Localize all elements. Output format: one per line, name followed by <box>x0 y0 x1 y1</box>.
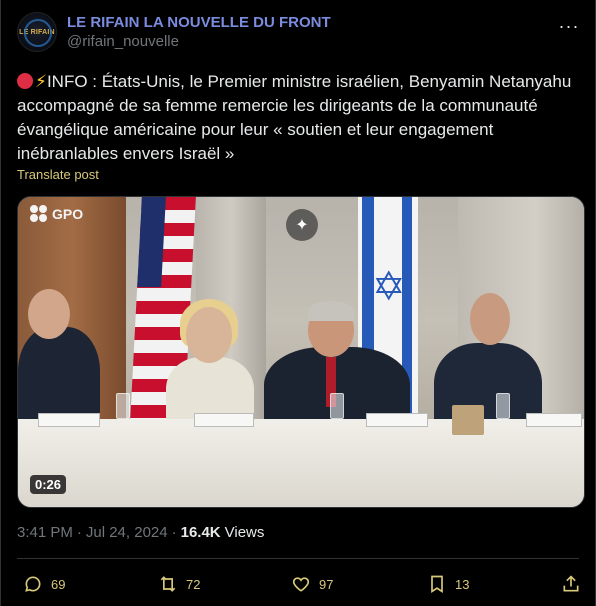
water-glass <box>116 393 130 419</box>
video-player[interactable]: ✡ GPO ✦ 0:26 <box>17 196 585 508</box>
bookmark-button[interactable]: 13 <box>427 574 469 594</box>
repost-count: 72 <box>186 576 201 592</box>
name-placard <box>194 413 254 427</box>
author-handle[interactable]: @rifain_nouvelle <box>67 32 331 52</box>
meta-separator: · <box>171 524 177 541</box>
avatar-ring <box>24 19 52 47</box>
red-circle-icon <box>17 73 33 89</box>
person-head <box>470 293 510 345</box>
post-text: INFO : États-Unis, le Premier ministre i… <box>17 72 572 163</box>
conference-table <box>18 419 584 507</box>
tissue-box <box>452 405 484 435</box>
gpo-watermark: GPO <box>30 205 83 223</box>
water-glass <box>330 393 344 419</box>
share-icon <box>563 575 579 592</box>
repost-icon <box>160 576 176 592</box>
name-placard <box>526 413 582 427</box>
reply-icon <box>25 576 41 592</box>
author-avatar[interactable]: LE RIFAIN <box>17 12 57 52</box>
post-text-block: ⚡INFO : États-Unis, le Premier ministre … <box>17 70 577 166</box>
gpo-watermark-text: GPO <box>52 206 84 222</box>
translate-post-link[interactable]: Translate post <box>17 167 99 182</box>
author-display-name[interactable]: LE RIFAIN LA NOUVELLE DU FRONT <box>67 14 331 32</box>
reply-button[interactable]: 69 <box>23 574 65 594</box>
post-meta: 3:41 PM · Jul 24, 2024 · 16.4K Views <box>17 524 264 541</box>
sparkle-icon[interactable]: ✦ <box>286 209 318 241</box>
person-head <box>186 307 232 363</box>
repost-button[interactable]: 72 <box>158 574 200 594</box>
post-time[interactable]: 3:41 PM <box>17 524 73 541</box>
video-duration: 0:26 <box>30 475 67 494</box>
more-options-button[interactable]: ··· <box>557 14 581 38</box>
name-placard <box>366 413 428 427</box>
gpo-logo-icon <box>30 205 48 223</box>
views-label: Views <box>224 524 265 541</box>
heart-icon <box>292 577 310 592</box>
person-head <box>28 289 70 339</box>
post-card: LE RIFAIN LE RIFAIN LA NOUVELLE DU FRONT… <box>0 0 596 606</box>
meta-separator: · <box>76 524 82 541</box>
water-glass <box>496 393 510 419</box>
person-hair <box>308 301 354 321</box>
views-count: 16.4K <box>180 524 221 541</box>
post-date[interactable]: Jul 24, 2024 <box>86 524 168 541</box>
divider <box>17 558 579 559</box>
like-count: 97 <box>319 576 334 592</box>
name-placard <box>38 413 100 427</box>
action-bar: 69 72 97 13 <box>1 566 596 604</box>
bookmark-icon <box>431 575 443 594</box>
bookmark-count: 13 <box>455 576 470 592</box>
author-block: LE RIFAIN LA NOUVELLE DU FRONT @rifain_n… <box>67 14 331 52</box>
share-button[interactable] <box>561 574 581 594</box>
like-button[interactable]: 97 <box>291 574 333 594</box>
reply-count: 69 <box>51 576 66 592</box>
lightning-icon: ⚡ <box>35 72 47 91</box>
more-icon: ··· <box>558 16 580 36</box>
